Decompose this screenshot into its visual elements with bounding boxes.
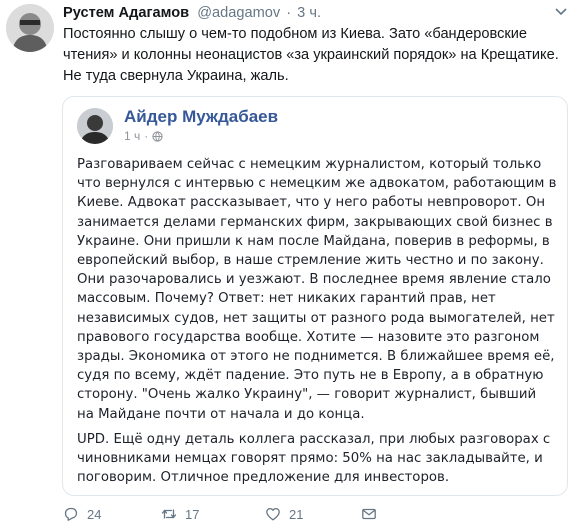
chevron-down-icon[interactable] — [555, 8, 567, 16]
quoted-post-text: Разговариваем сейчас с немецким журналис… — [77, 155, 557, 493]
quoted-post[interactable]: Айдер Муждабаев 1 ч · Разговариваем сейч… — [62, 96, 568, 496]
reply-icon — [64, 507, 78, 521]
quoted-author-avatar[interactable] — [77, 108, 113, 144]
retweet-icon — [161, 509, 177, 519]
direct-message-button[interactable] — [361, 506, 385, 522]
tweet-actions: 24 17 21 — [63, 504, 419, 524]
envelope-icon — [362, 508, 376, 520]
quoted-post-time[interactable]: 1 ч — [124, 128, 140, 144]
like-button[interactable]: 21 — [265, 506, 327, 522]
heart-icon — [266, 507, 280, 521]
separator-dot: · — [144, 129, 149, 143]
globe-icon — [152, 130, 163, 142]
like-count: 21 — [289, 506, 304, 522]
tweet-header: Рустем Адагамов @adagamov · 3 ч. — [63, 3, 321, 23]
separator-dot: · — [286, 5, 292, 21]
reply-button[interactable]: 24 — [63, 506, 127, 522]
quoted-author-name[interactable]: Айдер Муждабаев — [124, 106, 278, 128]
author-name[interactable]: Рустем Адагамов — [63, 5, 189, 21]
tweet-timestamp[interactable]: 3 ч. — [297, 5, 321, 21]
author-avatar[interactable] — [6, 4, 54, 52]
quoted-post-meta: 1 ч · — [124, 128, 163, 144]
tweet-text: Постоянно слышу о чем-то подобном из Кие… — [63, 26, 559, 84]
tweet: Рустем Адагамов @adagamov · 3 ч. Постоян… — [0, 0, 581, 530]
author-handle[interactable]: @adagamov — [197, 5, 280, 21]
retweet-button[interactable]: 17 — [161, 506, 231, 522]
retweet-count: 17 — [185, 506, 200, 522]
quoted-paragraph: Разговариваем сейчас с немецким журналис… — [77, 157, 557, 422]
quoted-paragraph: UPD. Ещё одну деталь коллега рассказал, … — [77, 431, 551, 486]
reply-count: 24 — [87, 506, 102, 522]
